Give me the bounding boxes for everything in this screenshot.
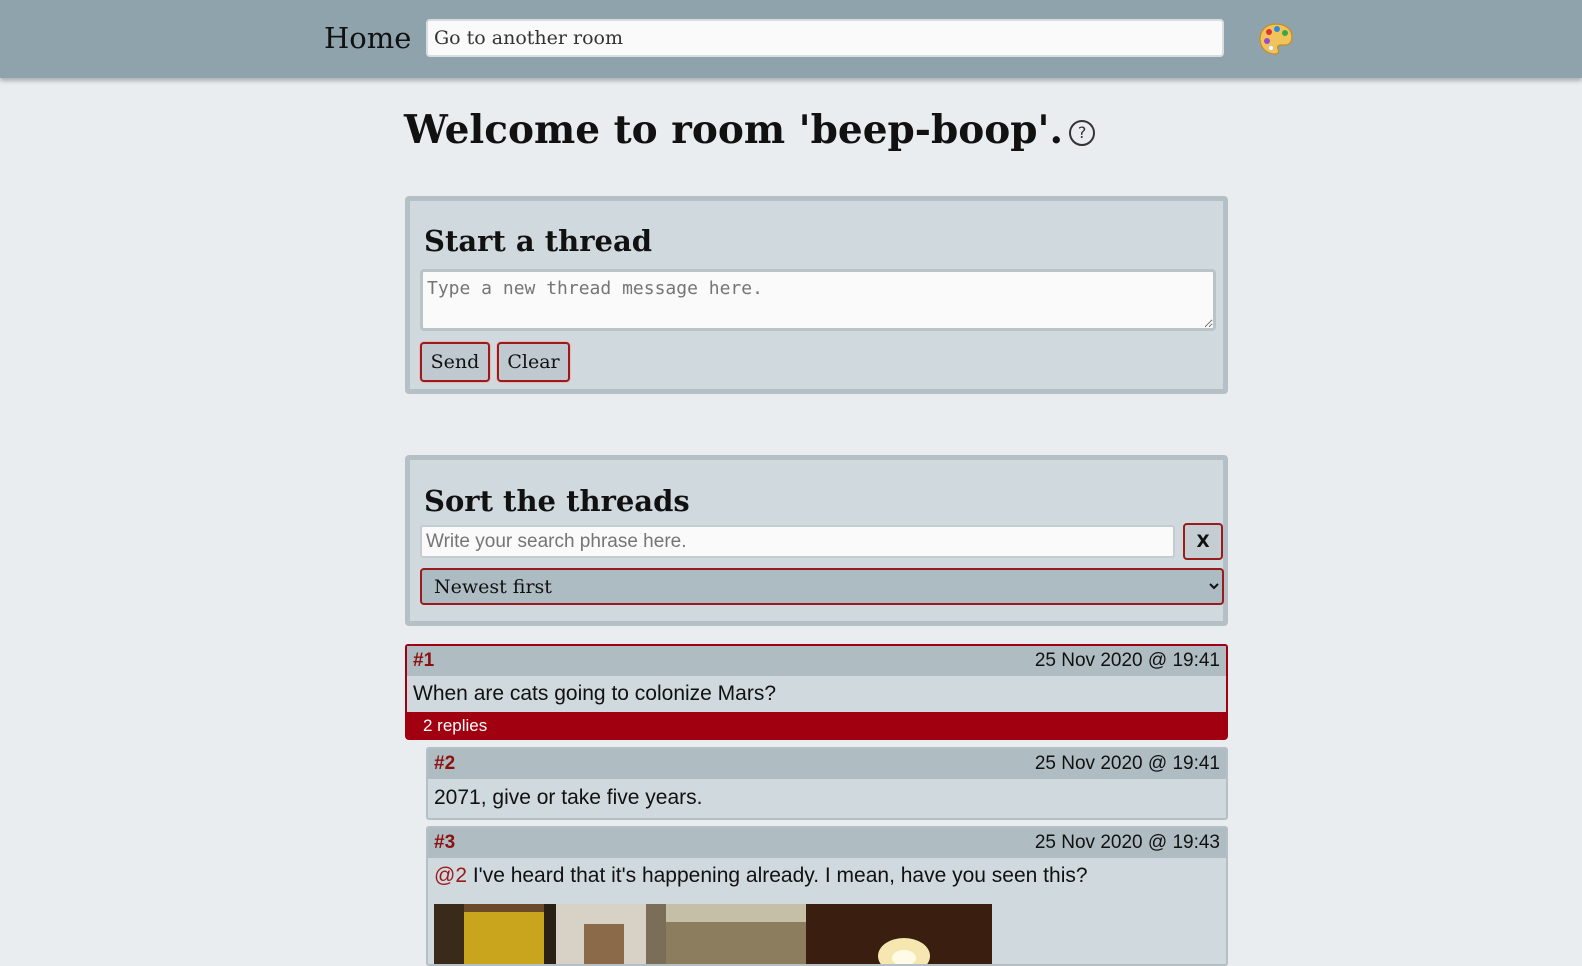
post-number[interactable]: #3 xyxy=(434,828,455,858)
post-body-text: I've heard that it's happening already. … xyxy=(472,864,1088,887)
sort-threads-panel: Sort the threads X Newest first xyxy=(405,455,1228,626)
reply-post[interactable]: #3 25 Nov 2020 @ 19:43 @2 I've heard tha… xyxy=(426,826,1228,966)
clear-search-button[interactable]: X xyxy=(1183,523,1223,560)
replies-toggle[interactable]: 2 replies xyxy=(405,712,1228,740)
sort-order-select[interactable]: Newest first xyxy=(420,568,1224,605)
post-header: #3 25 Nov 2020 @ 19:43 xyxy=(428,828,1226,858)
new-thread-textarea[interactable] xyxy=(420,269,1216,331)
thread-search-input[interactable] xyxy=(420,525,1175,558)
post-timestamp: 25 Nov 2020 @ 19:41 xyxy=(1034,753,1220,774)
sort-threads-heading: Sort the threads xyxy=(424,484,690,518)
attached-image[interactable] xyxy=(434,904,992,964)
help-icon[interactable]: ? xyxy=(1069,120,1096,146)
reply-post[interactable]: #2 25 Nov 2020 @ 19:41 2071, give or tak… xyxy=(426,747,1228,820)
post-header: #1 25 Nov 2020 @ 19:41 xyxy=(407,646,1226,676)
home-link[interactable]: Home xyxy=(324,18,411,58)
send-button[interactable]: Send xyxy=(420,342,490,382)
top-nav-bar: Home xyxy=(0,0,1582,78)
page-title-text: Welcome to room 'beep-boop'. xyxy=(404,107,1064,153)
clear-button[interactable]: Clear xyxy=(497,342,570,382)
palette-icon[interactable] xyxy=(1258,21,1294,57)
post-number[interactable]: #2 xyxy=(434,749,455,779)
post-header: #2 25 Nov 2020 @ 19:41 xyxy=(428,749,1226,779)
start-thread-heading: Start a thread xyxy=(424,224,653,258)
start-thread-panel: Start a thread Send Clear xyxy=(405,196,1228,394)
post-body: 2071, give or take five years. xyxy=(434,786,703,809)
room-navigation-input[interactable] xyxy=(426,19,1224,57)
post-number[interactable]: #1 xyxy=(413,646,434,676)
page-title: Welcome to room 'beep-boop'.? xyxy=(404,102,1096,158)
reply-mention-link[interactable]: @2 xyxy=(434,864,467,887)
post-timestamp: 25 Nov 2020 @ 19:41 xyxy=(1034,650,1220,671)
post-body: When are cats going to colonize Mars? xyxy=(413,682,777,705)
post-body: @2 I've heard that it's happening alread… xyxy=(434,864,1088,888)
post-timestamp: 25 Nov 2020 @ 19:43 xyxy=(1034,832,1220,853)
thread-post[interactable]: #1 25 Nov 2020 @ 19:41 When are cats goi… xyxy=(405,644,1228,715)
